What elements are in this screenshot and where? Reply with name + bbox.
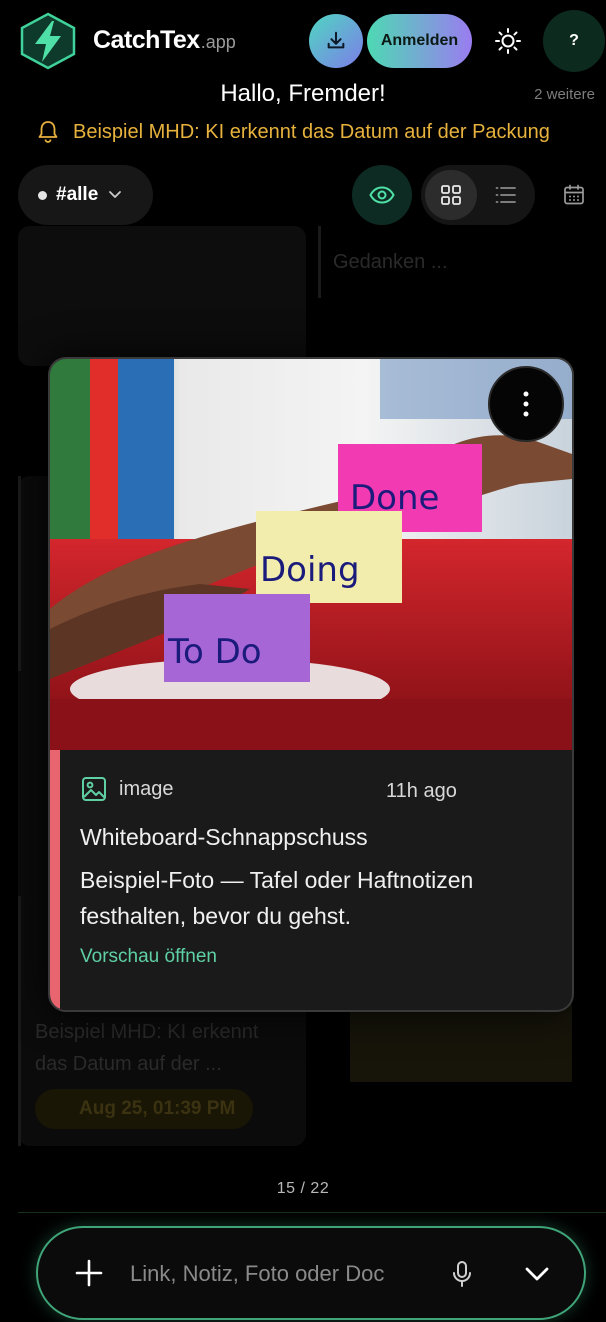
bg-sticky-note	[350, 1004, 572, 1082]
bell-icon	[38, 121, 58, 143]
bg-reminder-chip: Aug 25, 01:39 PM	[35, 1089, 253, 1129]
list-view-button[interactable]	[481, 170, 531, 220]
composer-bar	[36, 1226, 586, 1320]
grid-view-button[interactable]	[425, 170, 477, 220]
download-button[interactable]	[309, 14, 363, 68]
sticky-note-doing: Doing	[260, 550, 360, 590]
tag-filter-dropdown[interactable]: #alle	[18, 165, 153, 225]
list-icon	[495, 187, 516, 203]
tag-dot	[38, 190, 47, 200]
bg-card-snippet: Beispiel MHD: KI erkennt	[35, 1021, 259, 1043]
grid-icon	[441, 185, 461, 205]
card-description: Beispiel-Foto — Tafel oder Haftnotizen f…	[80, 867, 474, 929]
plus-icon[interactable]	[72, 1256, 106, 1290]
bg-card-snippet: das Datum auf der ...	[35, 1053, 222, 1075]
catchtex-logo[interactable]	[18, 12, 78, 70]
open-preview-link[interactable]: Vorschau öffnen	[80, 946, 217, 968]
bg-card-snippet: Gedanken ...	[333, 251, 448, 273]
divider	[18, 1212, 606, 1213]
preview-toggle-button[interactable]	[352, 165, 412, 225]
card-accent-bar	[50, 750, 60, 1010]
view-mode-toggle	[421, 165, 535, 225]
microphone-icon[interactable]	[450, 1260, 474, 1288]
bg-card-accent	[318, 226, 321, 298]
chevron-down-icon	[109, 191, 122, 198]
card-timestamp: 11h ago	[386, 780, 457, 802]
pager-indicator: 15 / 22	[276, 1180, 330, 1197]
download-icon	[327, 31, 345, 49]
brand-name: CatchTex .app	[93, 26, 236, 55]
tag-filter-label: #alle	[56, 184, 99, 205]
sticky-note-todo: To Do	[167, 632, 262, 672]
preview-card[interactable]: Done Doing To Do image 11h ago Whiteboar…	[48, 357, 574, 1012]
reminder-banner[interactable]: Beispiel MHD: KI erkennt das Datum auf d…	[37, 120, 597, 144]
bg-card-accent	[18, 476, 21, 671]
bg-card-accent	[18, 896, 21, 1146]
preview-card-body: image 11h ago Whiteboard-Schnappschuss B…	[50, 750, 572, 1010]
card-type-row: image	[81, 776, 173, 802]
reminder-text: Beispiel MHD: KI erkennt das Datum auf d…	[73, 120, 550, 143]
bg-card	[18, 226, 306, 366]
help-button[interactable]: ?	[543, 10, 605, 72]
theme-toggle-button[interactable]	[482, 14, 534, 68]
more-reminders-link[interactable]: 2 weitere	[534, 86, 595, 103]
greeting-text: Hallo, Fremder!	[220, 80, 386, 107]
calendar-button[interactable]	[549, 170, 599, 220]
card-title: Whiteboard-Schnappschuss	[80, 824, 368, 850]
brand-main: CatchTex	[93, 26, 200, 54]
calendar-icon	[564, 184, 584, 205]
eye-icon	[369, 186, 395, 204]
image-icon	[82, 777, 106, 801]
brand-suffix: .app	[200, 32, 236, 52]
card-menu-button[interactable]	[488, 366, 564, 442]
login-button[interactable]: Anmelden	[367, 14, 472, 68]
card-type-label: image	[119, 777, 174, 800]
more-vertical-icon	[523, 391, 529, 417]
sun-icon	[495, 28, 521, 54]
sticky-note-done: Done	[350, 478, 439, 518]
chevron-down-icon[interactable]	[522, 1261, 552, 1287]
capture-input[interactable]	[130, 1256, 430, 1292]
